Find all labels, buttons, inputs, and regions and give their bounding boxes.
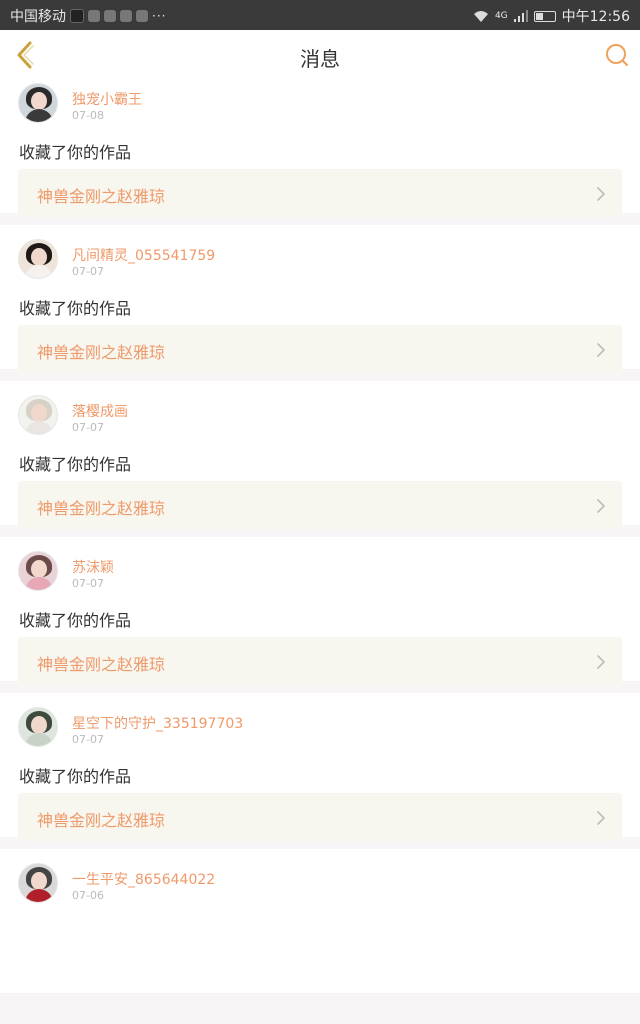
clock: 中午12:56 [561, 9, 630, 25]
avatar-body [25, 265, 53, 278]
message-card[interactable]: 独宠小霸王 07-08 收藏了你的作品 神兽金刚之赵雅琼 [0, 69, 640, 217]
message-action: 收藏了你的作品 [19, 299, 132, 318]
message-action: 收藏了你的作品 [19, 143, 132, 162]
message-date: 07-06 [72, 889, 104, 902]
avatar[interactable] [18, 863, 58, 903]
avatar[interactable] [18, 83, 58, 123]
message-card[interactable]: 落樱成画 07-07 收藏了你的作品 神兽金刚之赵雅琼 [0, 381, 640, 529]
avatar-face [31, 716, 47, 734]
work-title: 神兽金刚之赵雅琼 [37, 811, 166, 830]
work-title: 神兽金刚之赵雅琼 [37, 655, 166, 674]
network-type-label: 4G [494, 11, 508, 21]
search-icon [606, 44, 628, 66]
page-title: 消息 [300, 47, 340, 71]
wifi-icon [473, 10, 488, 22]
app-notification-icon [88, 10, 100, 22]
avatar-body [25, 733, 53, 746]
message-action: 收藏了你的作品 [19, 767, 132, 786]
avatar[interactable] [18, 239, 58, 279]
battery-level [535, 12, 543, 20]
message-date: 07-07 [72, 733, 104, 746]
status-right: 4G 中午12:56 [473, 6, 630, 26]
chevron-right-icon [597, 811, 605, 825]
work-link[interactable]: 神兽金刚之赵雅琼 [18, 793, 622, 841]
work-title: 神兽金刚之赵雅琼 [37, 343, 166, 362]
message-date: 07-07 [72, 577, 104, 590]
work-title: 神兽金刚之赵雅琼 [37, 187, 166, 206]
username[interactable]: 苏沫颖 [72, 557, 114, 577]
app-notification-icon [136, 10, 148, 22]
message-action: 收藏了你的作品 [19, 611, 132, 630]
avatar-face [31, 92, 47, 110]
message-list: 独宠小霸王 07-08 收藏了你的作品 神兽金刚之赵雅琼 凡间精灵_055541… [0, 69, 640, 1005]
username[interactable]: 凡间精灵_055541759 [72, 245, 215, 265]
chevron-right-icon [597, 499, 605, 513]
more-notifications-indicator: ··· [152, 9, 167, 23]
status-bar: 中国移动 ··· 4G 中午12:56 [0, 0, 640, 30]
app-notification-icon [120, 10, 132, 22]
tiktok-notification-icon [70, 9, 84, 23]
message-card[interactable]: 一生平安_865644022 07-06 [0, 849, 640, 993]
message-card[interactable]: 苏沫颖 07-07 收藏了你的作品 神兽金刚之赵雅琼 [0, 537, 640, 685]
carrier-label: 中国移动 [10, 9, 66, 25]
message-action: 收藏了你的作品 [19, 455, 132, 474]
avatar[interactable] [18, 551, 58, 591]
avatar[interactable] [18, 707, 58, 747]
message-card[interactable]: 凡间精灵_055541759 07-07 收藏了你的作品 神兽金刚之赵雅琼 [0, 225, 640, 373]
avatar-face [31, 248, 47, 266]
message-card[interactable]: 星空下的守护_335197703 07-07 收藏了你的作品 神兽金刚之赵雅琼 [0, 693, 640, 841]
username[interactable]: 星空下的守护_335197703 [72, 713, 243, 733]
avatar-face [31, 872, 47, 890]
username[interactable]: 独宠小霸王 [72, 89, 142, 109]
work-link[interactable]: 神兽金刚之赵雅琼 [18, 481, 622, 529]
username[interactable]: 一生平安_865644022 [72, 869, 215, 889]
message-date: 07-08 [72, 109, 104, 122]
signal-icon [513, 10, 528, 22]
avatar[interactable] [18, 395, 58, 435]
status-left: 中国移动 ··· [10, 6, 166, 26]
chevron-right-icon [597, 187, 605, 201]
message-date: 07-07 [72, 265, 104, 278]
username[interactable]: 落樱成画 [72, 401, 128, 421]
avatar-body [25, 109, 53, 122]
message-date: 07-07 [72, 421, 104, 434]
work-link[interactable]: 神兽金刚之赵雅琼 [18, 169, 622, 217]
work-title: 神兽金刚之赵雅琼 [37, 499, 166, 518]
avatar-body [25, 577, 53, 590]
avatar-body [25, 421, 53, 434]
search-button[interactable] [600, 38, 634, 72]
battery-icon [533, 10, 556, 22]
avatar-body [25, 889, 53, 902]
work-link[interactable]: 神兽金刚之赵雅琼 [18, 637, 622, 685]
chevron-right-icon [597, 655, 605, 669]
avatar-face [31, 404, 47, 422]
chevron-right-icon [597, 343, 605, 357]
avatar-face [31, 560, 47, 578]
work-link[interactable]: 神兽金刚之赵雅琼 [18, 325, 622, 373]
app-notification-icon [104, 10, 116, 22]
